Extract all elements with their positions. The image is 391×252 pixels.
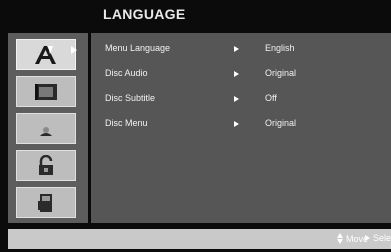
tab-audio[interactable] [16,113,76,144]
active-tab-pointer-icon [71,46,77,54]
setup-screen: LANGUAGE Menu Language English Disc Audi… [0,0,391,252]
setting-value: English [265,43,295,53]
setting-label: Disc Menu [105,118,148,128]
menu-title: LANGUAGE [103,6,186,22]
select-hint: Select [365,233,391,243]
setting-value: Original [265,68,297,78]
audio-icon [33,119,59,139]
settings-panel [91,33,391,223]
others-icon [33,192,59,214]
tab-lock[interactable] [16,150,76,181]
lock-icon [33,154,59,177]
select-label: Select [373,233,391,243]
move-hint: Move [337,233,368,244]
display-icon [33,82,59,102]
sidebar [8,33,88,223]
setting-value: Off [265,93,277,103]
tab-others[interactable] [16,187,76,218]
arrow-right-icon [234,96,239,102]
language-icon [31,43,61,67]
up-down-arrow-icon [337,233,343,244]
setting-value: Original [265,118,297,128]
tab-language[interactable] [16,39,76,70]
setting-label: Disc Audio [105,68,148,78]
arrow-right-icon [234,46,239,52]
footer-hint-bar: Move Select [8,229,391,249]
arrow-right-icon [234,71,239,77]
tab-display[interactable] [16,76,76,107]
arrow-right-icon [234,121,239,127]
play-arrow-icon [365,235,370,241]
setting-label: Disc Subtitle [105,93,156,103]
setting-label: Menu Language [105,43,171,53]
